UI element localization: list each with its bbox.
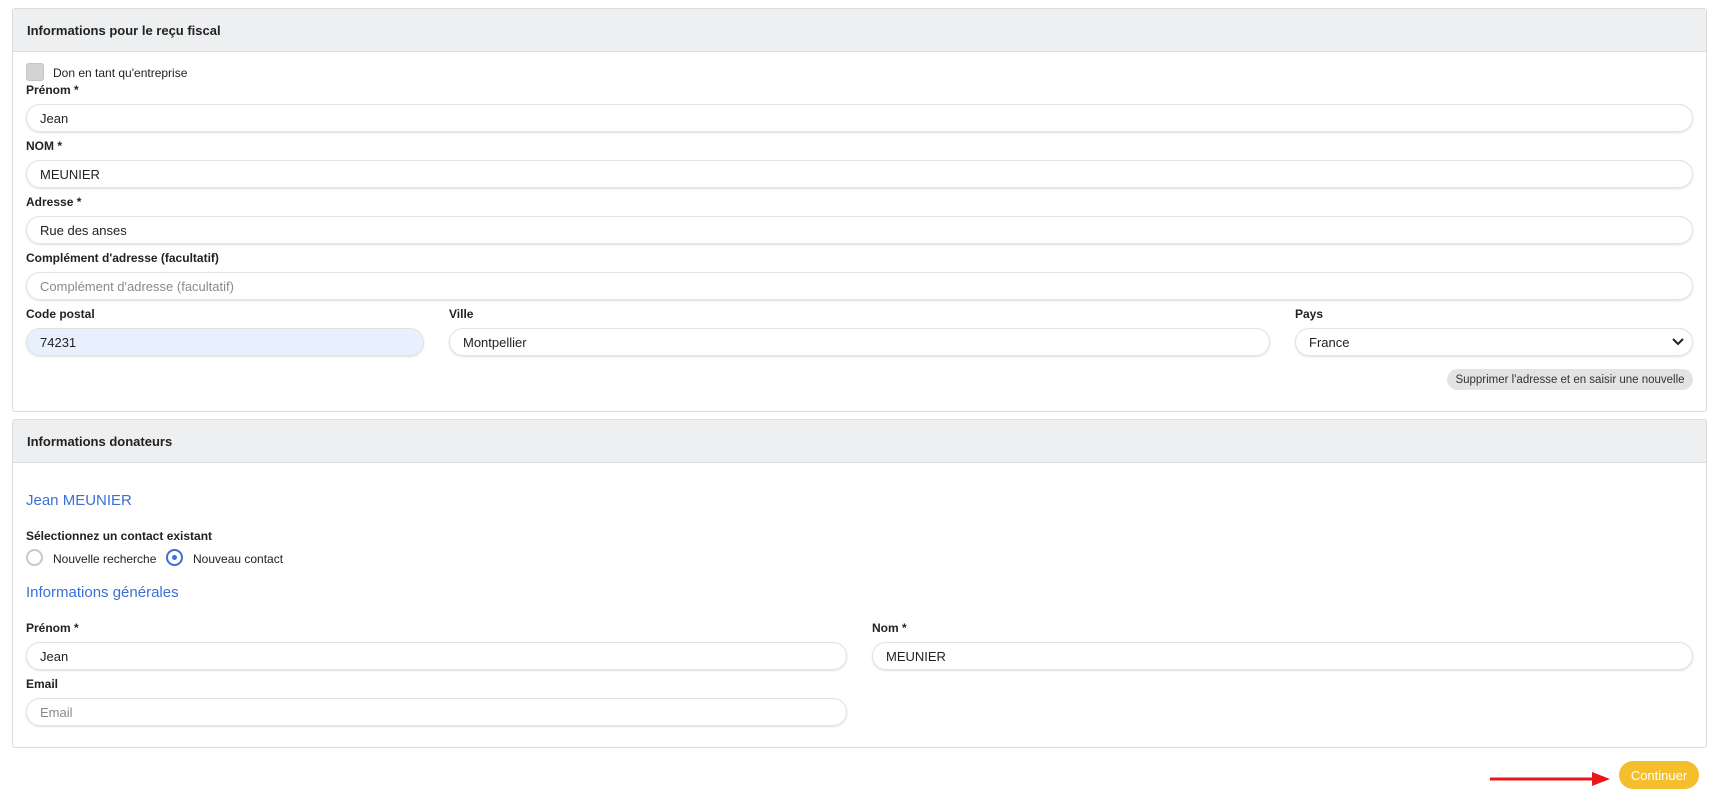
chevron-down-icon xyxy=(1672,338,1684,346)
fiscal-lastname-label: NOM * xyxy=(26,139,62,153)
fiscal-lastname-value: MEUNIER xyxy=(40,166,100,182)
city-input[interactable]: Montpellier xyxy=(449,328,1270,356)
address2-label: Complément d'adresse (facultatif) xyxy=(26,251,219,265)
postal-code-value: 74231 xyxy=(40,334,77,350)
address-value: Rue des anses xyxy=(40,222,127,238)
address2-input[interactable]: Complément d'adresse (facultatif) xyxy=(26,272,1693,300)
company-donation-checkbox[interactable] xyxy=(26,63,44,81)
country-label: Pays xyxy=(1295,307,1324,321)
red-arrow-icon xyxy=(1490,772,1610,786)
address2-placeholder: Complément d'adresse (facultatif) xyxy=(40,278,234,294)
select-contact-label: Sélectionnez un contact existant xyxy=(26,529,213,543)
new-search-label: Nouvelle recherche xyxy=(53,552,157,566)
general-info-title: Informations générales xyxy=(26,584,179,601)
fiscal-firstname-input[interactable]: Jean xyxy=(26,104,1693,132)
postal-code-input[interactable]: 74231 xyxy=(26,328,424,356)
reset-address-button[interactable]: Supprimer l'adresse et en saisir une nou… xyxy=(1447,369,1693,390)
city-label: Ville xyxy=(449,307,474,321)
new-contact-radio[interactable] xyxy=(166,549,183,566)
new-search-radio[interactable] xyxy=(26,549,43,566)
donor-firstname-value: Jean xyxy=(40,648,69,664)
continue-button[interactable]: Continuer xyxy=(1619,761,1699,789)
donor-name-title: Jean MEUNIER xyxy=(26,492,132,509)
fiscal-receipt-header: Informations pour le reçu fiscal xyxy=(13,9,1706,52)
country-select[interactable]: France xyxy=(1295,328,1693,356)
postal-code-label: Code postal xyxy=(26,307,95,321)
address-label: Adresse * xyxy=(26,195,82,209)
new-contact-label: Nouveau contact xyxy=(193,552,284,566)
donor-firstname-input[interactable]: Jean xyxy=(26,642,847,670)
donor-lastname-value: MEUNIER xyxy=(886,648,946,664)
address-input[interactable]: Rue des anses xyxy=(26,216,1693,244)
company-donation-label: Don en tant qu'entreprise xyxy=(53,66,188,80)
city-value: Montpellier xyxy=(463,334,527,350)
fiscal-firstname-value: Jean xyxy=(40,110,69,126)
donor-firstname-label: Prénom * xyxy=(26,621,79,635)
email-label: Email xyxy=(26,677,59,691)
email-input[interactable]: Email xyxy=(26,698,847,726)
fiscal-firstname-label: Prénom * xyxy=(26,83,79,97)
donor-lastname-label: Nom * xyxy=(872,621,907,635)
email-placeholder: Email xyxy=(40,704,73,720)
donors-header: Informations donateurs xyxy=(13,420,1706,463)
fiscal-lastname-input[interactable]: MEUNIER xyxy=(26,160,1693,188)
country-value: France xyxy=(1309,334,1350,350)
donor-lastname-input[interactable]: MEUNIER xyxy=(872,642,1693,670)
